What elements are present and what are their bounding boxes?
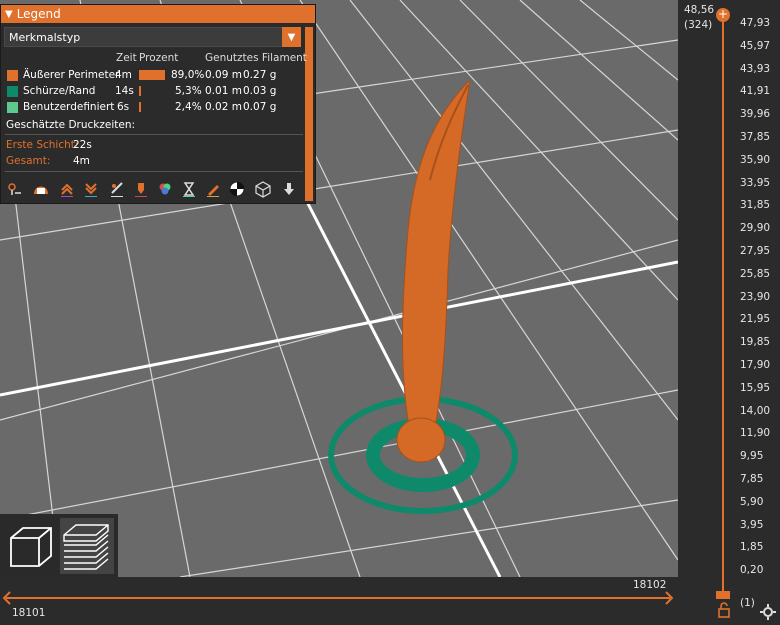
view-type-combo[interactable]: Merkmalstyp ▼ (4, 27, 301, 47)
layers-icon (63, 524, 109, 570)
lock-icon[interactable] (716, 602, 732, 618)
row-weight: 0.27 g (243, 69, 277, 81)
row-time: 14s (115, 85, 134, 97)
layer-tick-label: 41,91 (740, 85, 771, 97)
legend-titlebar[interactable]: ▼ Legend (1, 5, 315, 23)
col-time-header: Zeit (116, 52, 137, 64)
layer-tick-label: 33,95 (740, 177, 771, 189)
percent-bar (139, 102, 141, 112)
right-thumb[interactable] (664, 591, 674, 605)
layer-top-index: (324) (684, 19, 713, 31)
wipe-icon[interactable] (31, 179, 51, 199)
layer-tick-label: 9,95 (740, 450, 764, 462)
legend-row-outer-perimeter[interactable]: Äußerer Perimeter 4m 89,0% 0.09 m 0.27 g (5, 69, 305, 83)
layer-tick-label: 27,95 (740, 245, 771, 257)
layer-tick-label: 14,00 (740, 405, 771, 417)
layer-tick-label: 23,90 (740, 291, 771, 303)
total-value: 4m (73, 155, 90, 167)
custom-gcodes-icon[interactable] (203, 179, 223, 199)
divider (5, 171, 303, 172)
row-length: 0.09 m (205, 69, 242, 81)
row-percent: 5,3% (175, 85, 202, 97)
center-of-gravity-icon[interactable] (227, 179, 247, 199)
travel-icon[interactable] (5, 179, 25, 199)
layer-tick-label: 39,96 (740, 108, 771, 120)
left-thumb[interactable] (2, 591, 12, 605)
layer-tick-label: 47,93 (740, 17, 771, 29)
preview-view-button[interactable] (60, 518, 114, 574)
layer-slider-track[interactable] (722, 18, 724, 593)
row-percent: 89,0% (171, 69, 205, 81)
row-label: Schürze/Rand (23, 85, 96, 97)
lower-thumb[interactable] (716, 591, 730, 599)
collapse-triangle-icon[interactable]: ▼ (5, 9, 13, 20)
3d-view-button[interactable] (4, 518, 58, 574)
move-slider[interactable]: 18102 18101 (0, 577, 678, 625)
layer-tick-label: 0,20 (740, 564, 764, 576)
color-changes-icon[interactable] (155, 179, 175, 199)
legend-row-skirt[interactable]: Schürze/Rand 14s 5,3% 0.01 m 0.03 g (5, 85, 305, 99)
layer-tick-label: 5,90 (740, 496, 764, 508)
col-filament-header: Genutztes Filament (205, 52, 307, 64)
first-layer-value: 22s (73, 139, 92, 151)
row-weight: 0.03 g (243, 85, 277, 97)
layer-tick-label: 29,90 (740, 222, 771, 234)
layer-top-value: 48,56 (684, 4, 715, 16)
legend-panel: ▼ Legend Merkmalstyp ▼ Zeit Prozent Genu… (0, 4, 316, 204)
layer-tick-label: 43,93 (740, 63, 771, 75)
legend-title: Legend (16, 7, 61, 21)
layer-tick-label: 45,97 (740, 40, 771, 52)
move-slider-track[interactable] (6, 597, 670, 599)
percent-bar (139, 70, 165, 80)
shells-icon[interactable] (253, 179, 273, 199)
col-percent-header: Prozent (139, 52, 179, 64)
row-percent: 2,4% (175, 101, 202, 113)
pause-prints-icon[interactable] (179, 179, 199, 199)
move-left-value: 18101 (12, 607, 46, 619)
layer-tick-label: 37,85 (740, 131, 771, 143)
percent-bar (139, 86, 141, 96)
view-mode-buttons (0, 514, 118, 578)
legend-toolbar (5, 179, 305, 201)
layer-tick-label: 19,85 (740, 336, 771, 348)
color-swatch (7, 102, 18, 113)
deretractions-icon[interactable] (81, 179, 101, 199)
layer-tick-label: 31,85 (740, 199, 771, 211)
row-weight: 0.07 g (243, 101, 277, 113)
layer-tick-label: 25,85 (740, 268, 771, 280)
retractions-icon[interactable] (57, 179, 77, 199)
layer-bottom-index: (1) (740, 597, 755, 609)
total-label: Gesamt: (6, 155, 51, 167)
row-length: 0.01 m (205, 85, 242, 97)
chevron-down-icon[interactable]: ▼ (282, 27, 301, 47)
color-swatch (7, 86, 18, 97)
row-label: Benutzerdefiniert (23, 101, 115, 113)
row-time: 4m (115, 69, 132, 81)
layer-tick-label: 3,95 (740, 519, 764, 531)
row-time: 6s (117, 101, 130, 113)
legend-row-custom[interactable]: Benutzerdefiniert 6s 2,4% 0.02 m 0.07 g (5, 101, 305, 115)
move-right-value: 18102 (633, 579, 667, 591)
first-layer-label: Erste Schicht: (6, 139, 79, 151)
layer-tick-label: 7,85 (740, 473, 764, 485)
layer-tick-label: 15,95 (740, 382, 771, 394)
layer-tick-label: 11,90 (740, 427, 771, 439)
estimated-times-title: Geschätzte Druckzeiten: (6, 119, 136, 131)
cube-icon (10, 527, 52, 567)
row-label: Äußerer Perimeter (23, 69, 120, 81)
color-swatch (7, 70, 18, 81)
add-color-change-icon[interactable]: + (716, 8, 730, 22)
tool-marker-icon[interactable] (279, 179, 299, 199)
tool-changes-icon[interactable] (131, 179, 151, 199)
view-type-value: Merkmalstyp (9, 31, 81, 44)
layer-tick-label: 21,95 (740, 313, 771, 325)
layer-tick-label: 1,85 (740, 541, 764, 553)
gear-icon[interactable] (760, 604, 776, 620)
divider (5, 134, 303, 135)
layer-tick-label: 17,90 (740, 359, 771, 371)
row-length: 0.02 m (205, 101, 242, 113)
seams-icon[interactable] (107, 179, 127, 199)
layer-tick-label: 35,90 (740, 154, 771, 166)
